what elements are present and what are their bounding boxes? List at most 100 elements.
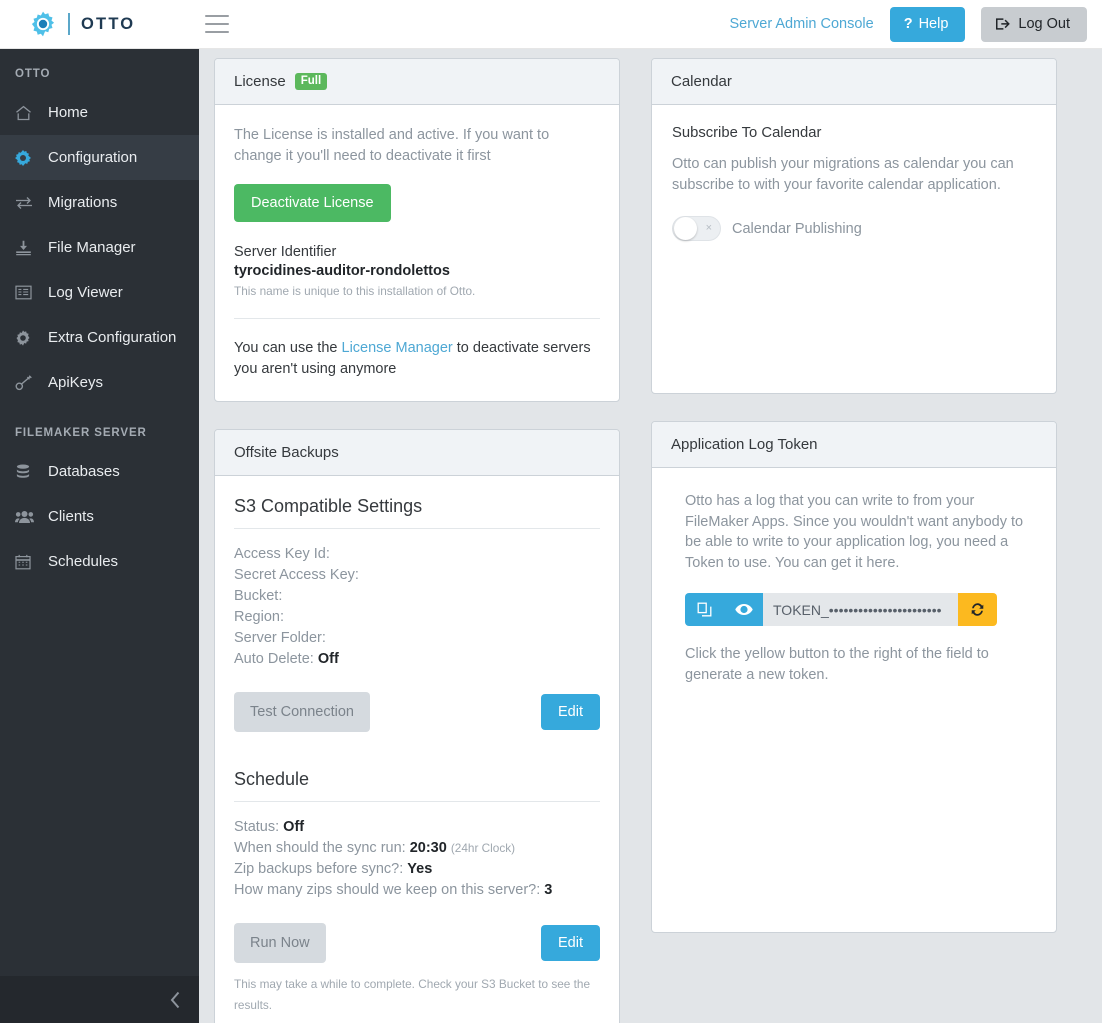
- s3-action-row: Test Connection Edit: [234, 692, 600, 733]
- license-manager-link[interactable]: License Manager: [342, 340, 453, 356]
- license-status-badge: Full: [294, 73, 328, 90]
- eye-icon: [734, 603, 753, 616]
- s3-field-row: Bucket:: [234, 586, 600, 607]
- schedule-field-note: (24hr Clock): [450, 841, 516, 856]
- run-now-button[interactable]: Run Now: [234, 923, 326, 964]
- schedule-field-value: Yes: [407, 861, 433, 878]
- s3-field-label: Access Key Id:: [234, 546, 330, 563]
- license-card-header: License Full: [215, 59, 619, 105]
- token-hint: Click the yellow button to the right of …: [685, 646, 989, 683]
- offsite-backups-card-title: Offsite Backups: [234, 444, 339, 462]
- schedule-field-label: How many zips should we keep on this ser…: [234, 882, 541, 899]
- calendar-publishing-toggle[interactable]: ×: [672, 216, 721, 242]
- server-admin-console-link[interactable]: Server Admin Console: [729, 16, 873, 32]
- home-icon: [15, 103, 37, 123]
- divider: [234, 801, 600, 803]
- s3-field-row: Auto Delete: Off: [234, 649, 600, 670]
- offsite-backups-card: Offsite Backups S3 Compatible Settings A…: [214, 429, 620, 1023]
- schedule-field-label: Zip backups before sync?:: [234, 861, 404, 878]
- server-identifier-value: tyrocidines-auditor-rondolettos: [234, 263, 450, 280]
- sign-out-icon: [996, 17, 1011, 31]
- schedule-section-title: Schedule: [234, 769, 310, 790]
- brand-logo[interactable]: OTTO: [30, 11, 135, 37]
- header-actions: Server Admin Console ? Help Log Out: [729, 6, 1087, 42]
- schedule-field-row: When should the sync run: 20:30 (24hr Cl…: [234, 838, 600, 859]
- divider: [234, 318, 600, 320]
- token-value-field[interactable]: TOKEN_•••••••••••••••••••••••: [763, 593, 958, 627]
- sidebar-item-clients[interactable]: Clients: [0, 494, 199, 539]
- key-icon: [15, 373, 37, 393]
- list-lines-icon: [15, 283, 37, 303]
- s3-field-label: Bucket:: [234, 588, 283, 605]
- server-identifier-hint: This name is unique to this installation…: [234, 284, 476, 299]
- schedule-action-row: Run Now Edit: [234, 923, 600, 964]
- sidebar-item-label: Configuration: [48, 149, 138, 166]
- license-description: The License is installed and active. If …: [234, 127, 550, 164]
- help-button[interactable]: ? Help: [889, 6, 966, 42]
- toggle-knob: [674, 217, 697, 241]
- license-card-title: License: [234, 73, 286, 90]
- cards-grid: License Full The License is installed an…: [214, 58, 1087, 1023]
- schedule-field-row: How many zips should we keep on this ser…: [234, 880, 600, 901]
- generate-new-token-button[interactable]: [958, 593, 997, 627]
- sidebar-item-migrations[interactable]: Migrations: [0, 180, 199, 225]
- s3-section-title: S3 Compatible Settings: [234, 496, 423, 517]
- calendar-publishing-row: × Calendar Publishing: [672, 216, 1036, 242]
- sidebar-item-label: Log Viewer: [48, 284, 123, 301]
- sidebar-item-label: Migrations: [48, 194, 118, 211]
- token-card-title: Application Log Token: [671, 436, 818, 453]
- s3-field-row: Region:: [234, 607, 600, 628]
- sidebar-item-schedules[interactable]: Schedules: [0, 539, 199, 584]
- s3-field-row: Secret Access Key:: [234, 565, 600, 586]
- offsite-backups-card-body: S3 Compatible Settings Access Key Id: Se…: [215, 476, 619, 1023]
- token-description: Otto has a log that you can write to fro…: [685, 493, 1024, 571]
- license-card: License Full The License is installed an…: [214, 58, 620, 403]
- deactivate-license-button[interactable]: Deactivate License: [234, 184, 391, 223]
- hamburger-menu-icon[interactable]: [205, 15, 230, 33]
- s3-field-label: Region:: [234, 609, 284, 626]
- schedule-edit-button[interactable]: Edit: [541, 925, 600, 962]
- sidebar-item-file-manager[interactable]: File Manager: [0, 225, 199, 270]
- left-column: License Full The License is installed an…: [214, 58, 620, 1023]
- calendar-card: Calendar Subscribe To Calendar Otto can …: [651, 58, 1057, 394]
- server-identifier-label: Server Identifier: [234, 244, 337, 261]
- sidebar-item-log-viewer[interactable]: Log Viewer: [0, 270, 199, 315]
- schedule-field-row: Status: Off: [234, 817, 600, 838]
- s3-field-row: Access Key Id:: [234, 544, 600, 565]
- right-column: Calendar Subscribe To Calendar Otto can …: [651, 58, 1057, 1023]
- database-icon: [15, 462, 37, 482]
- token-card-body: Otto has a log that you can write to fro…: [652, 468, 1056, 707]
- sidebar-item-label: Home: [48, 104, 89, 121]
- download-tray-icon: [15, 238, 37, 258]
- token-input-group: TOKEN_•••••••••••••••••••••••: [685, 593, 997, 627]
- sidebar-item-label: Clients: [48, 508, 94, 525]
- sidebar-item-label: Databases: [48, 463, 120, 480]
- sidebar-item-databases[interactable]: Databases: [0, 449, 199, 494]
- sidebar-item-extra-configuration[interactable]: Extra Configuration: [0, 315, 199, 360]
- schedule-field-label: When should the sync run:: [234, 840, 406, 857]
- license-card-body: The License is installed and active. If …: [215, 105, 619, 401]
- license-footer-text: You can use the License Manager to deact…: [234, 338, 600, 379]
- calendar-publishing-label: Calendar Publishing: [732, 220, 862, 237]
- reveal-token-button[interactable]: [724, 593, 763, 627]
- logout-button-label: Log Out: [1018, 15, 1070, 32]
- sidebar-item-home[interactable]: Home: [0, 90, 199, 135]
- schedule-footnote: This may take a while to complete. Check…: [234, 977, 591, 1013]
- logout-button[interactable]: Log Out: [981, 6, 1087, 42]
- sidebar-collapse-button[interactable]: [0, 976, 199, 1023]
- divider: [234, 528, 600, 530]
- top-header-bar: OTTO Server Admin Console ? Help Log Out: [0, 0, 1102, 49]
- brand-divider: [68, 13, 70, 35]
- chevron-left-icon: [170, 991, 181, 1009]
- copy-token-button[interactable]: [685, 593, 724, 627]
- application-log-token-card: Application Log Token Otto has a log tha…: [651, 421, 1057, 933]
- test-connection-button[interactable]: Test Connection: [234, 692, 370, 733]
- question-mark-icon: ?: [903, 15, 913, 32]
- sidebar-item-configuration[interactable]: Configuration: [0, 135, 199, 180]
- s3-edit-button[interactable]: Edit: [541, 694, 600, 731]
- subscribe-to-calendar-heading: Subscribe To Calendar: [672, 125, 822, 141]
- s3-field-value: Off: [317, 651, 339, 668]
- sidebar-item-apikeys[interactable]: ApiKeys: [0, 360, 199, 405]
- gear-icon: [30, 11, 56, 37]
- cog-icon: [15, 328, 37, 348]
